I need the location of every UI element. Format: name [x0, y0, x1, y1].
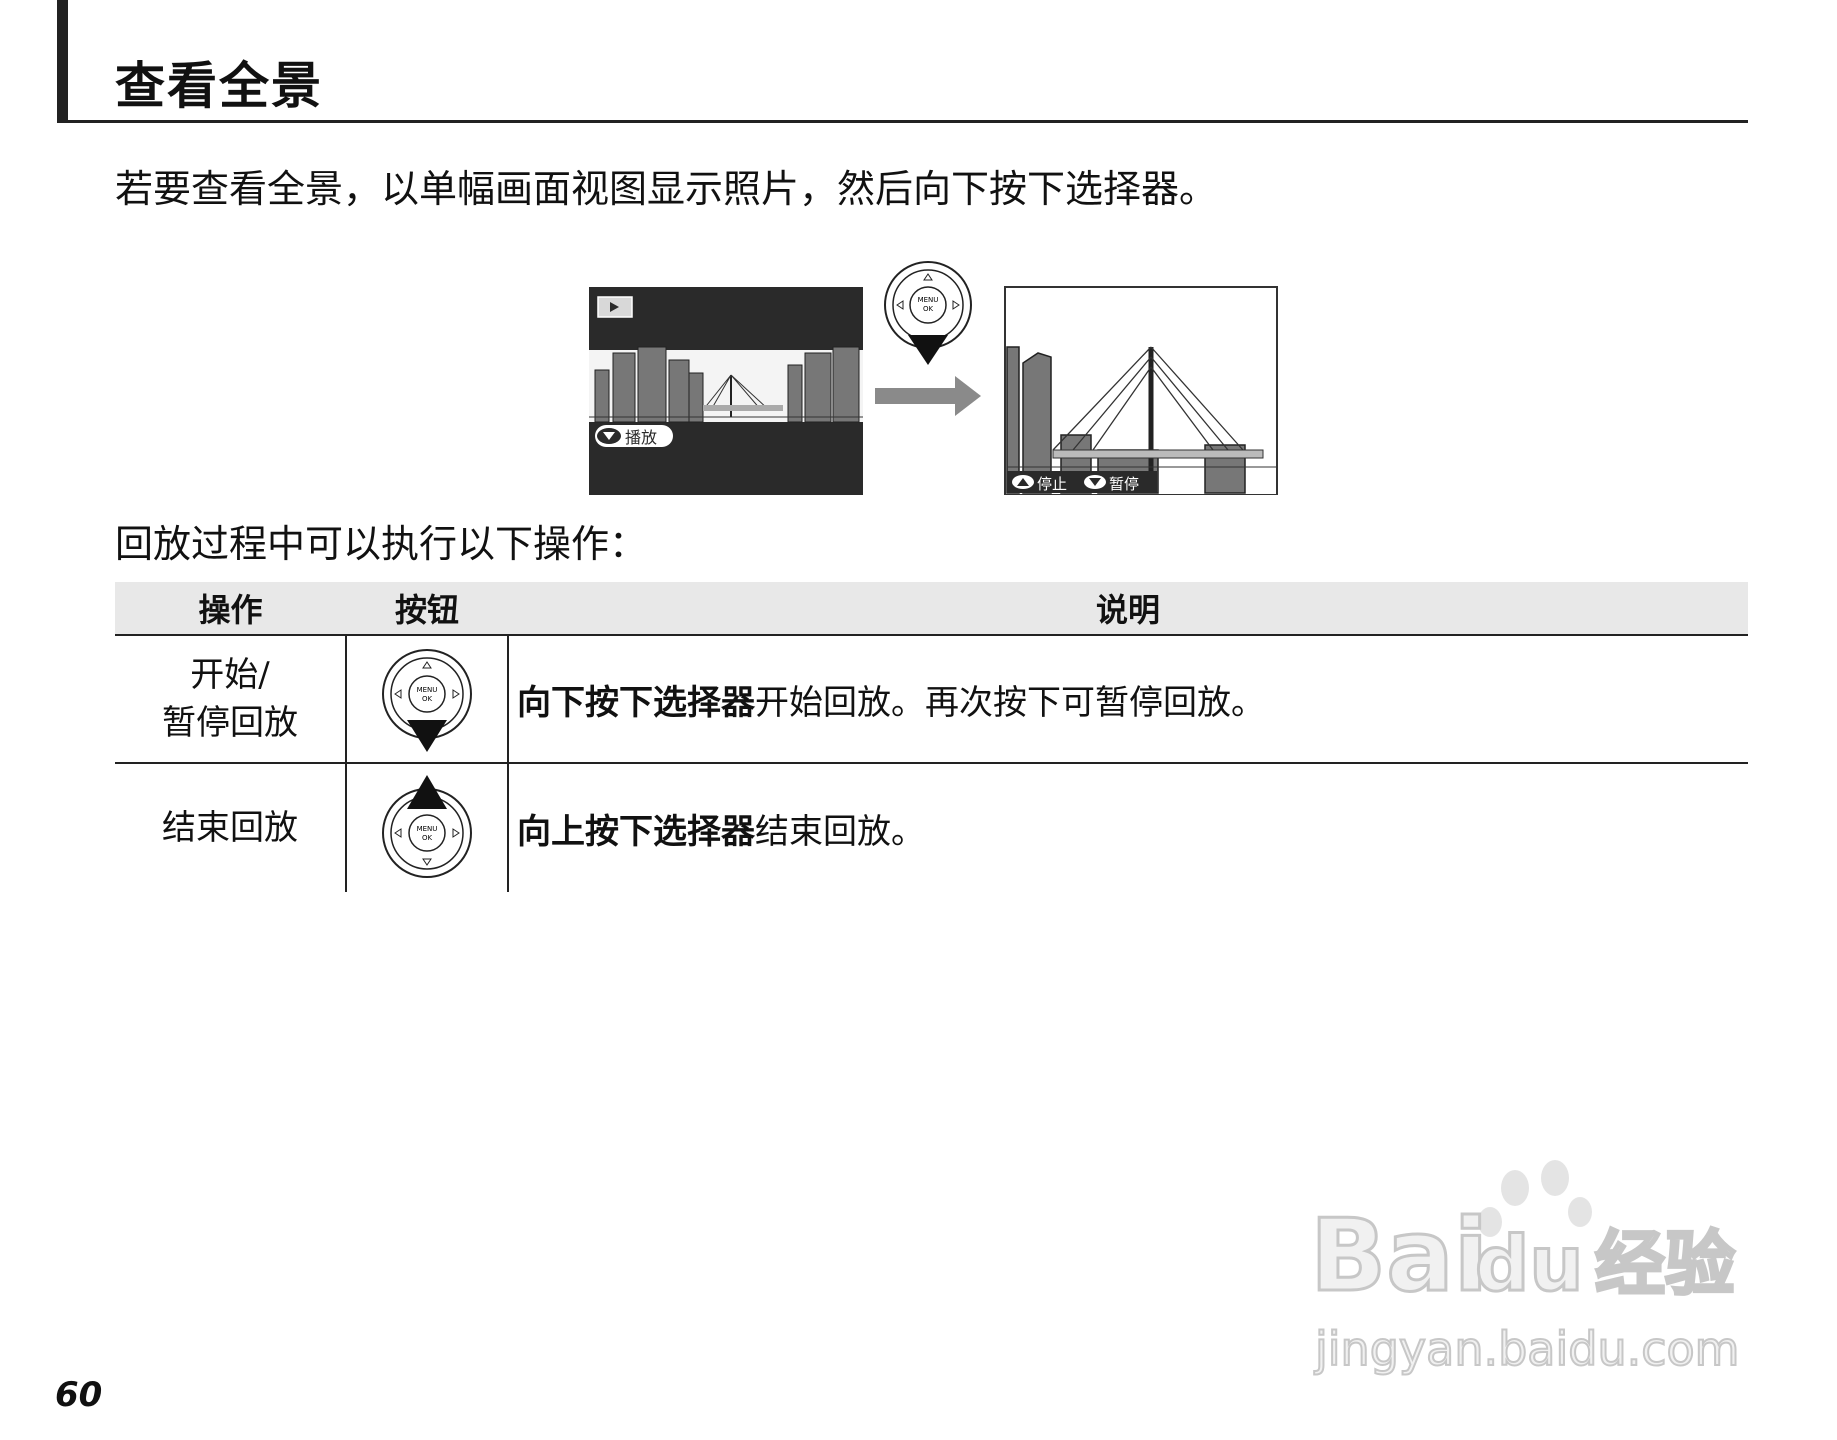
single-frame-screen: 播放 [589, 287, 863, 495]
dial-down-arrow-icon: MENU OK [382, 649, 472, 752]
page-number: 60 [55, 1375, 103, 1415]
header-description: 说明 [508, 582, 1748, 636]
intro-text: 若要查看全景，以单幅画面视图显示照片，然后向下按下选择器。 [115, 167, 1218, 211]
svg-text:OK: OK [422, 695, 433, 703]
button-cell: MENU OK [346, 763, 509, 892]
operation-cell: 结束回放 [115, 763, 347, 892]
stop-label: 停止 [1037, 475, 1067, 493]
description-cell: 向上按下选择器结束回放。 [517, 811, 925, 852]
subheading: 回放过程中可以执行以下操作： [115, 522, 648, 566]
svg-text:du: du [1475, 1219, 1584, 1308]
pause-label: 暂停 [1109, 475, 1139, 493]
svg-text:OK: OK [422, 834, 433, 842]
header-button: 按钮 [346, 582, 508, 636]
svg-text:MENU: MENU [417, 686, 438, 694]
title-accent-bar [57, 0, 68, 123]
table-row: 结束回放 MENU OK 向上按下选择器结束回放。 [115, 763, 1748, 892]
title-divider [57, 120, 1748, 123]
operations-table: 操作 按钮 说明 开始/ 暂停回放 MENU OK 向下按下选择器开始回放。再次… [115, 582, 1748, 892]
page-title: 查看全景 [115, 57, 323, 115]
panorama-figure: 播放 MENU OK 停止 暂停 [589, 261, 1278, 495]
operation-cell: 开始/ 暂停回放 [115, 635, 347, 764]
svg-text:jingyan.baidu.com: jingyan.baidu.com [1314, 1322, 1740, 1376]
table-row: 开始/ 暂停回放 MENU OK 向下按下选择器开始回放。再次按下可暂停回放。 [115, 635, 1748, 764]
header-operation: 操作 [115, 582, 346, 636]
dial-up-arrow-icon: MENU OK [382, 774, 472, 878]
panorama-playback-screen: 停止 暂停 [1004, 286, 1278, 495]
svg-text:MENU: MENU [918, 296, 939, 304]
play-label: 播放 [625, 428, 657, 447]
description-cell: 向下按下选择器开始回放。再次按下可暂停回放。 [508, 635, 1748, 764]
svg-text:Bai: Bai [1310, 1197, 1488, 1314]
svg-text:OK: OK [923, 305, 934, 313]
svg-text:MENU: MENU [417, 825, 438, 833]
selector-dial-icon: MENU OK [884, 261, 972, 365]
baidu-jingyan-watermark: Bai du 经验 jingyan.baidu.com [1310, 1160, 1741, 1377]
transition-arrow [875, 376, 981, 416]
button-cell: MENU OK [346, 635, 509, 764]
svg-text:经验: 经验 [1595, 1223, 1735, 1305]
